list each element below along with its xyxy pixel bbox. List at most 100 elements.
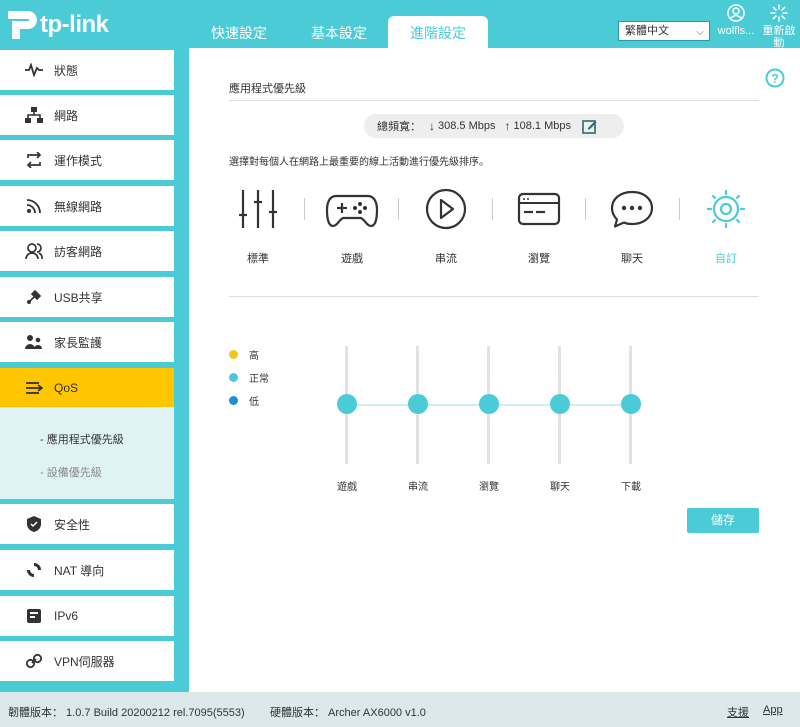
sidebar-item-label: 家長監護 xyxy=(54,335,103,350)
mode-icon xyxy=(23,151,45,169)
submenu-app-priority[interactable]: - 應用程式優先級 xyxy=(40,431,124,447)
slider-label: 遊戲 xyxy=(337,482,357,493)
sidebar-item-label: NAT 導向 xyxy=(54,563,105,578)
category-gaming[interactable]: 遊戲 xyxy=(322,188,382,265)
category-label: 標準 xyxy=(247,253,269,265)
divider xyxy=(679,198,680,220)
sidebar-item-wireless[interactable]: 無線網路 xyxy=(0,186,174,226)
sidebar-item-operation-mode[interactable]: 運作模式 xyxy=(0,140,174,180)
wireless-icon xyxy=(23,197,45,215)
category-label: 自訂 xyxy=(715,253,737,265)
shield-icon xyxy=(23,515,45,533)
vpn-icon xyxy=(23,652,45,670)
divider xyxy=(585,198,586,220)
chevron-down-icon: ⌵ xyxy=(696,27,704,38)
upload-arrow-icon: ↑ xyxy=(504,119,511,133)
language-value: 繁體中文 xyxy=(625,25,669,37)
app-link[interactable]: App xyxy=(763,704,783,716)
legend-dot xyxy=(229,350,238,359)
slider-knob-browsing[interactable] xyxy=(479,394,499,414)
sidebar-item-label: 狀態 xyxy=(54,63,79,78)
sidebar-item-label: 網路 xyxy=(54,108,79,123)
tab-quick-setup[interactable]: 快速設定 xyxy=(190,16,288,48)
category-streaming[interactable]: 串流 xyxy=(416,188,476,265)
tab-basic[interactable]: 基本設定 xyxy=(290,16,388,48)
tab-advanced[interactable]: 進階設定 xyxy=(388,16,488,48)
play-icon xyxy=(425,188,467,230)
sidebar-item-nat[interactable]: NAT 導向 xyxy=(0,550,174,590)
category-label: 串流 xyxy=(435,253,457,265)
download-speed: 308.5 Mbps xyxy=(438,120,496,132)
qos-submenu: - 應用程式優先級 - 設備優先級 xyxy=(0,407,174,499)
qos-icon xyxy=(23,379,45,397)
user-menu[interactable]: wolfls... xyxy=(716,2,756,37)
sidebar-item-label: 訪客網路 xyxy=(54,244,103,259)
divider xyxy=(398,198,399,220)
slider-label: 瀏覽 xyxy=(479,482,499,493)
browser-icon xyxy=(517,192,561,226)
divider xyxy=(229,296,759,297)
slider-knob-download[interactable] xyxy=(621,394,641,414)
legend-label: 高 xyxy=(249,351,259,362)
standard-icon xyxy=(239,190,277,228)
edit-icon[interactable] xyxy=(582,119,597,134)
hardware-version: 硬體版本： Archer AX6000 v1.0 xyxy=(270,707,426,719)
guest-icon xyxy=(23,242,45,260)
sidebar-item-network[interactable]: 網路 xyxy=(0,95,174,135)
footer: 韌體版本： 1.0.7 Build 20200212 rel.7095(5553… xyxy=(0,692,800,727)
svg-text:?: ? xyxy=(771,72,778,86)
usb-icon xyxy=(23,288,45,306)
slider-knob-gaming[interactable] xyxy=(337,394,357,414)
category-custom[interactable]: 自訂 xyxy=(696,188,756,265)
sidebar-item-guest[interactable]: 訪客網路 xyxy=(0,231,174,271)
support-link[interactable]: 支援 xyxy=(727,704,749,720)
sidebar-item-vpn[interactable]: VPN伺服器 xyxy=(0,641,174,681)
sidebar-item-label: QoS xyxy=(54,381,79,395)
user-name: wolfls... xyxy=(717,25,755,37)
reboot-button[interactable]: 重新啟動 xyxy=(760,2,798,49)
sidebar-item-parental[interactable]: 家長監護 xyxy=(0,322,174,362)
legend-low: 低 xyxy=(229,393,259,408)
ipv6-icon xyxy=(23,607,45,625)
sidebar-item-status[interactable]: 狀態 xyxy=(0,50,174,90)
firmware-version: 韌體版本： 1.0.7 Build 20200212 rel.7095(5553… xyxy=(8,707,245,719)
bandwidth-summary: 總頻寬： ↓ 308.5 Mbps ↑ 108.1 Mbps xyxy=(364,114,624,138)
save-button[interactable]: 儲存 xyxy=(687,508,759,533)
network-icon xyxy=(23,106,45,124)
sidebar-item-ipv6[interactable]: IPv6 xyxy=(0,596,174,636)
language-select[interactable]: 繁體中文 ⌵ xyxy=(618,21,710,41)
legend-label: 低 xyxy=(249,397,259,408)
gamepad-icon xyxy=(325,194,379,228)
download-arrow-icon: ↓ xyxy=(429,119,435,133)
sidebar: 狀態 網路 運作模式 無線網路 訪客網路 USB共享 家長監護 QoS - 應用… xyxy=(0,48,188,692)
nat-icon xyxy=(23,561,45,579)
slider-knob-chat[interactable] xyxy=(550,394,570,414)
legend-normal: 正常 xyxy=(229,370,269,385)
divider xyxy=(229,100,759,101)
legend-label: 正常 xyxy=(249,374,269,385)
sidebar-item-security[interactable]: 安全性 xyxy=(0,504,174,544)
header: tp-link 快速設定 基本設定 進階設定 繁體中文 ⌵ wolfls... … xyxy=(0,0,800,49)
divider xyxy=(492,198,493,220)
slider-knob-streaming[interactable] xyxy=(408,394,428,414)
category-chat[interactable]: 聊天 xyxy=(602,188,662,265)
sidebar-item-qos[interactable]: QoS xyxy=(0,368,174,408)
instruction-text: 選擇對每個人在網路上最重要的線上活動進行優先級排序。 xyxy=(229,157,489,168)
submenu-device-priority[interactable]: - 設備優先級 xyxy=(40,464,102,480)
slider-label: 下載 xyxy=(621,482,641,493)
tp-link-logo[interactable]: tp-link xyxy=(2,3,112,43)
sidebar-item-label: IPv6 xyxy=(54,609,79,623)
brand-name: tp-link xyxy=(40,11,109,38)
category-label: 聊天 xyxy=(621,253,643,265)
category-browsing[interactable]: 瀏覽 xyxy=(509,188,569,265)
sidebar-item-label: 無線網路 xyxy=(54,199,103,214)
legend-dot xyxy=(229,396,238,405)
sidebar-item-label: VPN伺服器 xyxy=(54,654,115,669)
sidebar-item-label: 安全性 xyxy=(54,517,91,532)
user-icon xyxy=(727,4,745,22)
help-icon[interactable]: ? xyxy=(765,68,785,88)
legend-dot xyxy=(229,373,238,382)
sidebar-item-usb[interactable]: USB共享 xyxy=(0,277,174,317)
category-standard[interactable]: 標準 xyxy=(228,188,288,265)
chat-icon xyxy=(610,190,654,228)
